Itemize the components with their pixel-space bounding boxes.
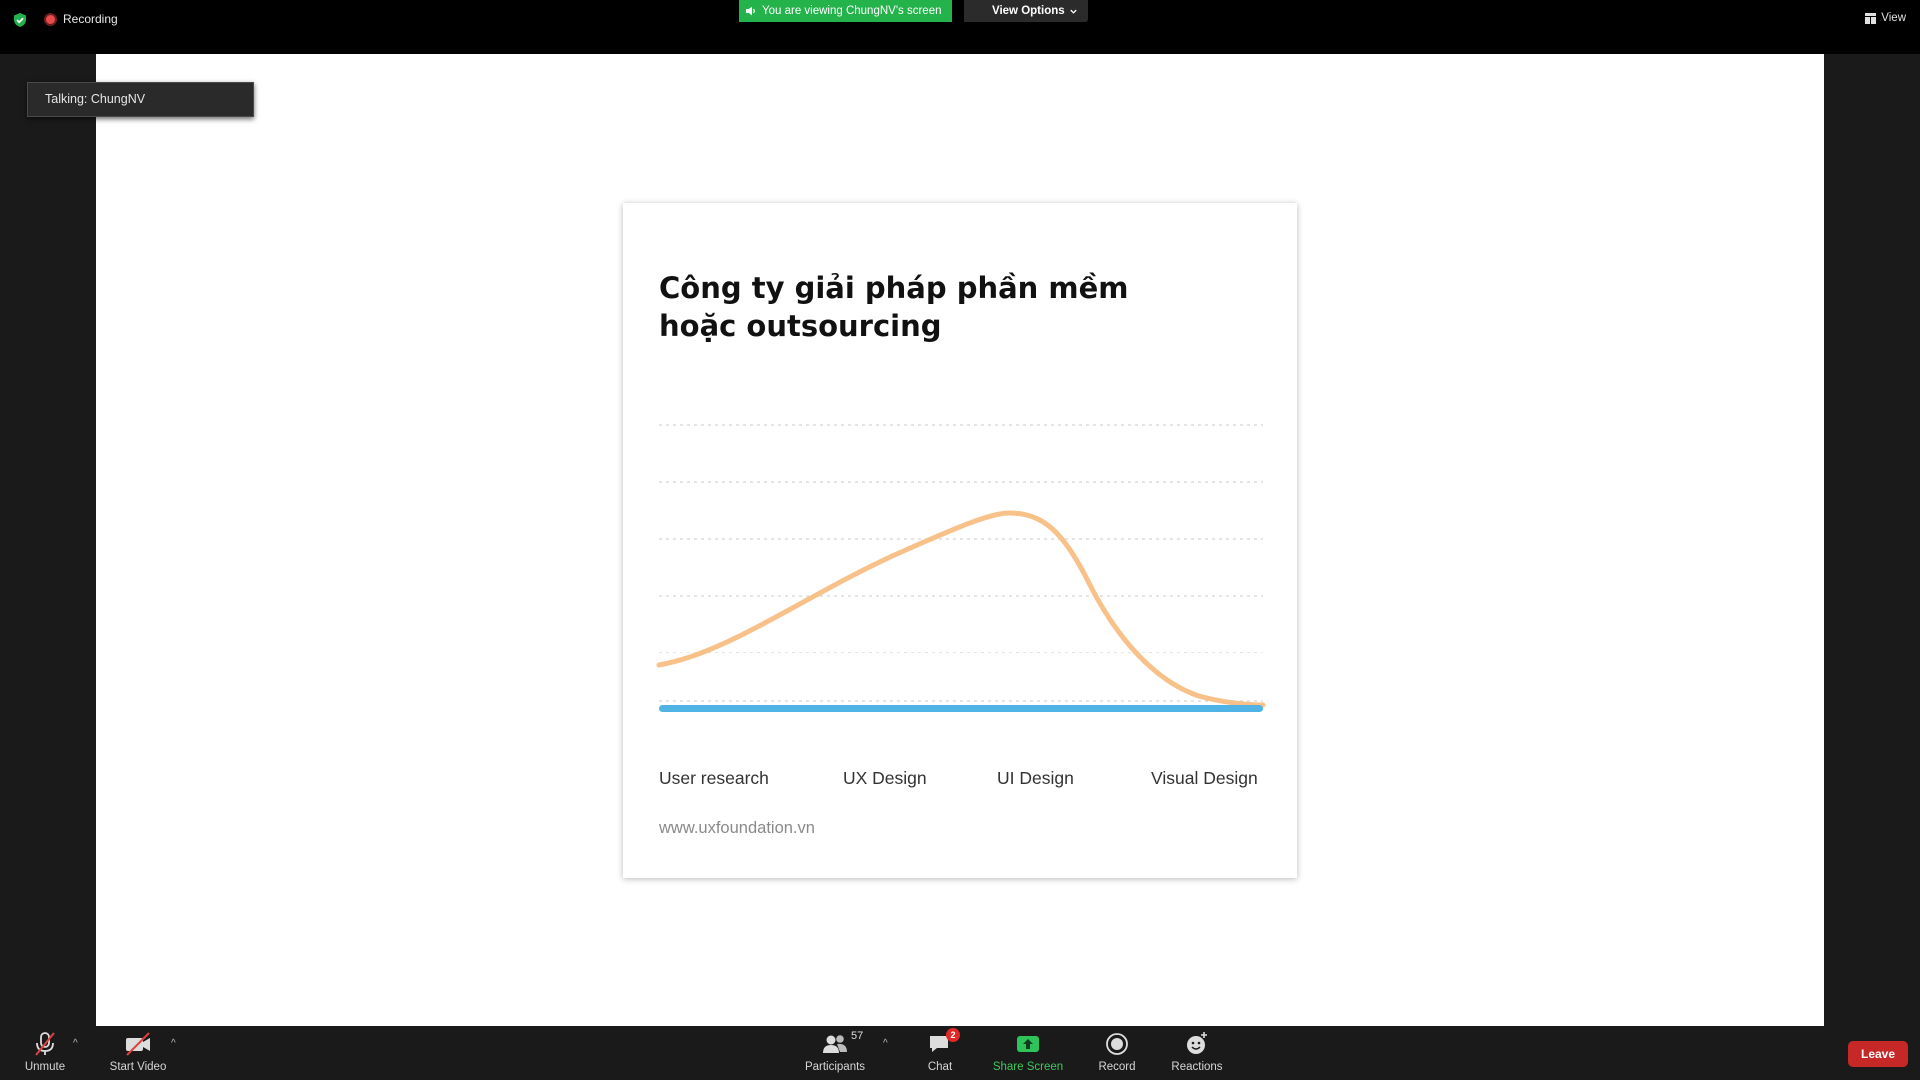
record-button[interactable]: Record (1077, 1031, 1157, 1073)
recording-label: Recording (63, 12, 118, 26)
shared-screen[interactable]: Công ty giải pháp phần mềm hoặc outsourc… (96, 54, 1824, 1026)
slide-card: Công ty giải pháp phần mềm hoặc outsourc… (623, 203, 1297, 878)
view-options-button[interactable]: View Options (964, 0, 1088, 22)
view-options-label: View Options (992, 5, 1065, 17)
record-label: Record (1098, 1061, 1136, 1073)
participants-icon (823, 1035, 847, 1053)
meeting-toolbar: Unmute ^ Start Video ^ 57 Participants ^ (0, 1026, 1920, 1080)
start-video-label: Start Video (109, 1061, 167, 1073)
interest-curve (656, 510, 1266, 708)
view-label: View (1881, 12, 1906, 24)
viewing-screen-banner: You are viewing ChungNV's screen (739, 0, 952, 22)
view-button[interactable]: View (1865, 12, 1906, 24)
talking-indicator: Talking: ChungNV (27, 82, 254, 117)
video-options-caret-icon[interactable]: ^ (171, 1038, 176, 1049)
reactions-button[interactable]: Reactions (1157, 1031, 1237, 1073)
viewing-screen-text: You are viewing ChungNV's screen (762, 5, 942, 17)
axis-label-visual-design: Visual Design (1151, 768, 1258, 788)
timeline-axis-bar (659, 705, 1263, 712)
slide-title: Công ty giải pháp phần mềm hoặc outsourc… (659, 271, 1129, 343)
microphone-muted-icon (35, 1032, 55, 1056)
record-icon (1106, 1033, 1128, 1055)
chat-label: Chat (927, 1061, 953, 1073)
axis-label-ux-design: UX Design (843, 768, 927, 788)
leave-button[interactable]: Leave (1848, 1041, 1908, 1067)
share-screen-icon (1017, 1036, 1039, 1052)
axis-label-user-research: User research (659, 768, 769, 788)
share-screen-button[interactable]: Share Screen (988, 1031, 1068, 1073)
participants-options-caret-icon[interactable]: ^ (883, 1038, 888, 1049)
meeting-top-bar: Recording View Options You are viewing C… (0, 0, 1920, 54)
speaker-icon (746, 6, 755, 16)
audio-options-caret-icon[interactable]: ^ (73, 1038, 78, 1049)
reactions-smiley-icon (1187, 1032, 1207, 1054)
reactions-label: Reactions (1171, 1061, 1223, 1073)
left-rail (0, 54, 96, 1026)
video-off-icon (126, 1032, 150, 1056)
chat-unread-badge: 2 (946, 1028, 960, 1042)
grid-view-icon (1865, 12, 1877, 24)
recording-indicator[interactable]: Recording (44, 12, 118, 26)
recording-dot-icon (44, 12, 57, 26)
curve-layer (656, 510, 1266, 712)
chat-button[interactable]: 2 Chat (900, 1028, 980, 1073)
participants-count: 57 (851, 1030, 864, 1042)
unmute-label: Unmute (24, 1061, 66, 1073)
participants-button[interactable]: 57 Participants (795, 1030, 875, 1073)
right-rail (1824, 54, 1920, 1026)
start-video-button[interactable]: Start Video (98, 1031, 178, 1073)
chevron-down-icon (1069, 9, 1077, 14)
share-screen-label: Share Screen (992, 1061, 1064, 1073)
participants-label: Participants (804, 1061, 866, 1073)
slide-url: www.uxfoundation.vn (659, 819, 815, 837)
axis-label-ui-design: UI Design (997, 768, 1074, 788)
security-shield-icon[interactable] (12, 12, 28, 28)
